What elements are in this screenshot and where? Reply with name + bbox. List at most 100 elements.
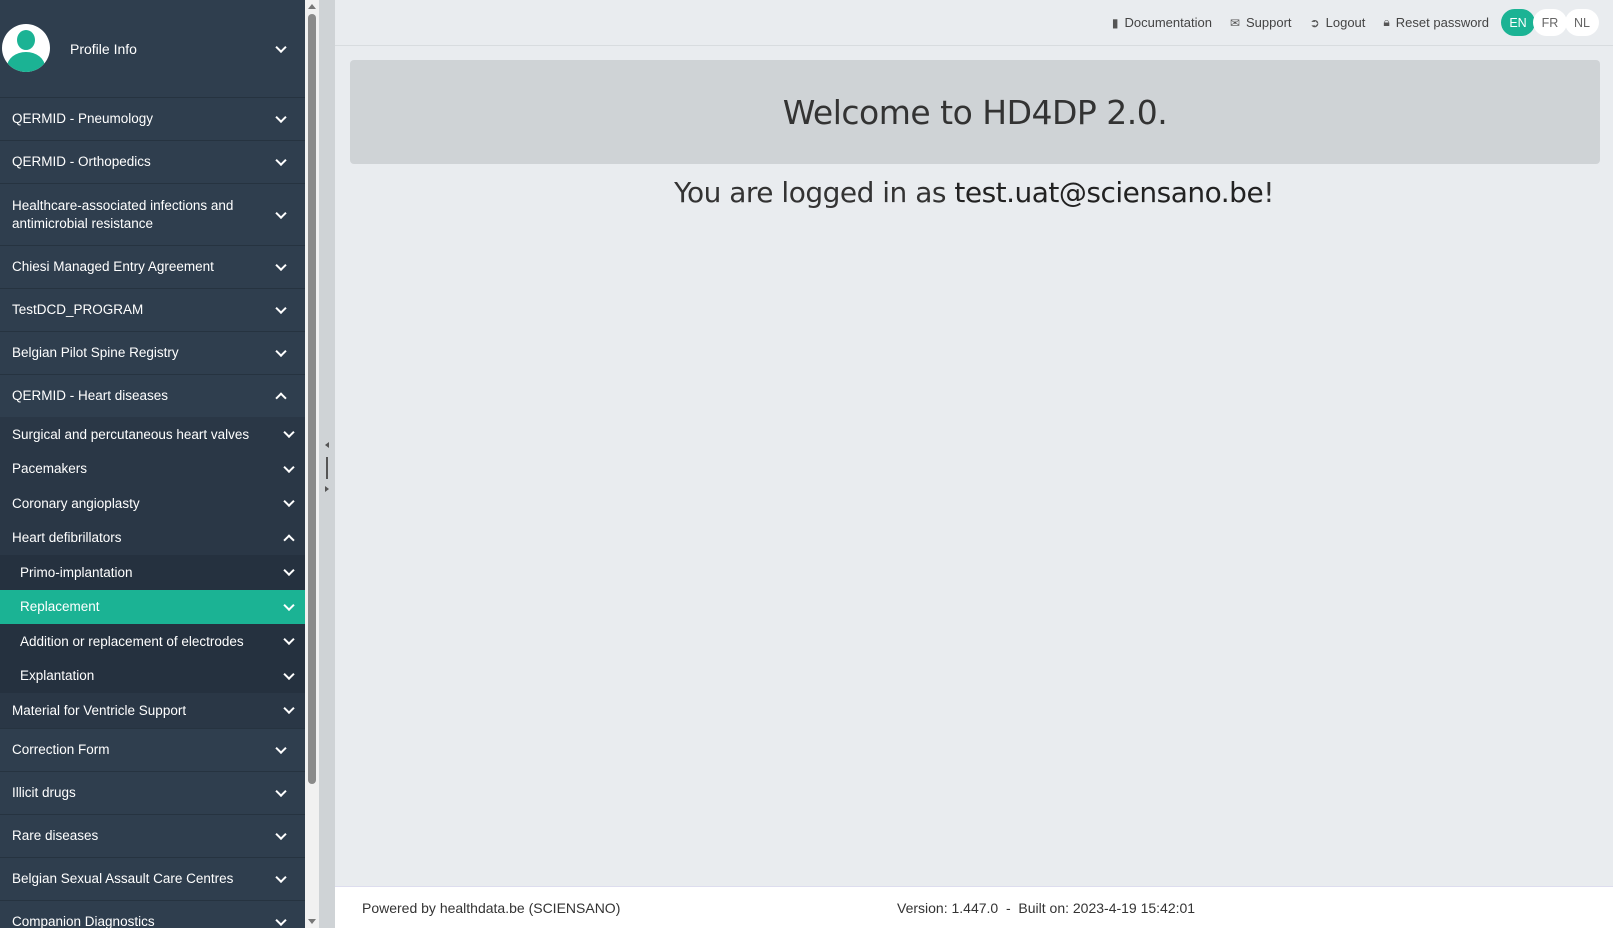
sidebar-subitem-label: Heart defibrillators <box>12 530 122 546</box>
sidebar-item-illicit-drugs[interactable]: Illicit drugs <box>0 770 305 814</box>
logged-in-message: You are logged in as test.uat@sciensano.… <box>335 176 1613 209</box>
chevron-down-icon <box>275 785 287 797</box>
logged-in-prefix: You are logged in as <box>674 176 955 209</box>
chevron-up-icon <box>283 534 295 546</box>
chevron-down-icon <box>275 828 287 840</box>
book-icon: ▮ <box>1111 15 1119 30</box>
language-switcher: EN FR NL <box>1501 9 1599 36</box>
chevron-down-icon <box>275 871 287 883</box>
sidebar-subitem-primo-implantation[interactable]: Primo-implantation <box>0 555 305 590</box>
chevron-down-icon <box>275 914 287 926</box>
sidebar-item-label: Companion Diagnostics <box>12 913 155 928</box>
sidebar-item-correction-form[interactable]: Correction Form <box>0 727 305 771</box>
sidebar-scrollbar[interactable] <box>305 0 319 928</box>
chevron-down-icon <box>275 742 287 754</box>
sidebar-resize-handle[interactable] <box>319 0 335 928</box>
logout-label: Logout <box>1325 15 1366 30</box>
sidebar-item-healthcare-infections[interactable]: Healthcare-associated infections and ant… <box>0 183 305 245</box>
documentation-label: Documentation <box>1124 15 1212 30</box>
scroll-down-arrow-icon[interactable] <box>308 919 316 924</box>
profile-info-toggle[interactable]: Profile Info <box>0 0 305 97</box>
chevron-down-icon <box>275 302 287 315</box>
sidebar-subitem-label: Primo-implantation <box>20 564 133 580</box>
sidebar-subitem-heart-defibrillators[interactable]: Heart defibrillators <box>0 520 305 555</box>
sidebar-subitem-label: Explantation <box>20 668 95 684</box>
welcome-banner: Welcome to HD4DP 2.0. <box>350 60 1600 164</box>
sidebar-item-sexual-assault-care[interactable]: Belgian Sexual Assault Care Centres <box>0 856 305 900</box>
logout-link[interactable]: ➲ Logout <box>1310 15 1366 30</box>
support-link[interactable]: ✉ Support <box>1230 15 1292 30</box>
chevron-down-icon <box>283 426 295 439</box>
sidebar-subitem-label: Pacemakers <box>12 461 88 477</box>
sidebar-item-chiesi[interactable]: Chiesi Managed Entry Agreement <box>0 245 305 288</box>
sidebar-item-label: QERMID - Pneumology <box>12 111 154 126</box>
language-nl-button[interactable]: NL <box>1565 9 1599 36</box>
sidebar-item-companion-diagnostics[interactable]: Companion Diagnostics <box>0 899 305 928</box>
sidebar-subitem-label: Surgical and percutaneous heart valves <box>12 426 250 442</box>
sidebar-item-label: QERMID - Orthopedics <box>12 154 151 169</box>
sidebar-item-belgian-pilot-spine[interactable]: Belgian Pilot Spine Registry <box>0 331 305 374</box>
sidebar-item-label: Correction Form <box>12 741 110 757</box>
logged-in-suffix: ! <box>1263 176 1274 209</box>
sidebar-item-label: Belgian Pilot Spine Registry <box>12 345 179 360</box>
documentation-link[interactable]: ▮ Documentation <box>1112 15 1212 30</box>
sidebar-item-testdcd-program[interactable]: TestDCD_PROGRAM <box>0 288 305 331</box>
chevron-down-icon <box>275 41 287 53</box>
powered-by-text: Powered by healthdata.be (SCIENSANO) <box>362 900 621 916</box>
avatar <box>2 23 50 72</box>
chevron-down-icon <box>283 702 295 715</box>
top-bar: ▮ Documentation ✉ Support ➲ Logout 🔒︎ Re… <box>335 0 1613 46</box>
lock-icon: 🔒︎ <box>1383 15 1390 29</box>
expand-right-icon[interactable] <box>325 486 329 492</box>
sidebar-subitem-explantation[interactable]: Explantation <box>0 658 305 693</box>
sidebar-item-label: TestDCD_PROGRAM <box>12 302 144 317</box>
user-email: test.uat@sciensano.be <box>954 176 1264 209</box>
support-label: Support <box>1246 15 1292 30</box>
chevron-down-icon <box>283 564 295 577</box>
scroll-up-arrow-icon[interactable] <box>308 4 316 9</box>
sidebar-subitem-heart-valves[interactable]: Surgical and percutaneous heart valves <box>0 417 305 452</box>
sidebar-subitem-label: Replacement <box>20 599 100 615</box>
sidebar-subitem-label: Addition or replacement of electrodes <box>20 633 244 649</box>
chevron-down-icon <box>275 207 287 219</box>
footer: Powered by healthdata.be (SCIENSANO) Ver… <box>335 886 1613 928</box>
sidebar-subitem-pacemakers[interactable]: Pacemakers <box>0 451 305 486</box>
chevron-down-icon <box>275 259 287 272</box>
welcome-title: Welcome to HD4DP 2.0. <box>782 92 1168 132</box>
sidebar-subitem-ventricle-support[interactable]: Material for Ventricle Support <box>0 693 305 728</box>
main-content: ▮ Documentation ✉ Support ➲ Logout 🔒︎ Re… <box>335 0 1613 928</box>
envelope-icon: ✉ <box>1229 15 1241 30</box>
chevron-down-icon <box>283 599 295 611</box>
chevron-up-icon <box>275 392 287 404</box>
chevron-down-icon <box>275 345 287 358</box>
sidebar-item-qermid-pneumology[interactable]: QERMID - Pneumology <box>0 97 305 140</box>
chevron-down-icon <box>283 495 295 508</box>
collapse-left-icon[interactable] <box>325 442 329 448</box>
sidebar: Profile Info QERMID - Pneumology QERMID … <box>0 0 305 928</box>
sidebar-subitem-coronary-angioplasty[interactable]: Coronary angioplasty <box>0 486 305 521</box>
sidebar-item-label: Belgian Sexual Assault Care Centres <box>12 870 234 886</box>
reset-password-link[interactable]: 🔒︎ Reset password <box>1383 15 1489 30</box>
sidebar-item-label: QERMID - Heart diseases <box>12 388 169 403</box>
sidebar-item-rare-diseases[interactable]: Rare diseases <box>0 813 305 857</box>
scrollbar-thumb[interactable] <box>308 14 316 784</box>
sidebar-item-label: Rare diseases <box>12 827 99 843</box>
sidebar-item-label: Healthcare-associated infections and ant… <box>12 197 234 231</box>
chevron-down-icon <box>283 633 295 646</box>
language-fr-button[interactable]: FR <box>1533 9 1567 36</box>
sidebar-subitem-label: Material for Ventricle Support <box>12 702 187 718</box>
sidebar-item-label: Chiesi Managed Entry Agreement <box>12 259 214 274</box>
language-en-button[interactable]: EN <box>1501 9 1535 36</box>
grip-icon <box>326 457 328 479</box>
version-text: Version: 1.447.0 - Built on: 2023-4-19 1… <box>897 900 1196 916</box>
sidebar-item-qermid-heart[interactable]: QERMID - Heart diseases <box>0 374 305 417</box>
chevron-down-icon <box>283 668 295 680</box>
sidebar-item-qermid-orthopedics[interactable]: QERMID - Orthopedics <box>0 140 305 183</box>
sign-out-icon: ➲ <box>1309 15 1320 30</box>
chevron-down-icon <box>275 111 287 124</box>
chevron-down-icon <box>283 461 295 473</box>
sidebar-subitem-label: Coronary angioplasty <box>12 495 140 511</box>
sidebar-subitem-replacement[interactable]: Replacement <box>0 589 305 624</box>
sidebar-subitem-electrodes[interactable]: Addition or replacement of electrodes <box>0 624 305 659</box>
chevron-down-icon <box>275 154 287 167</box>
